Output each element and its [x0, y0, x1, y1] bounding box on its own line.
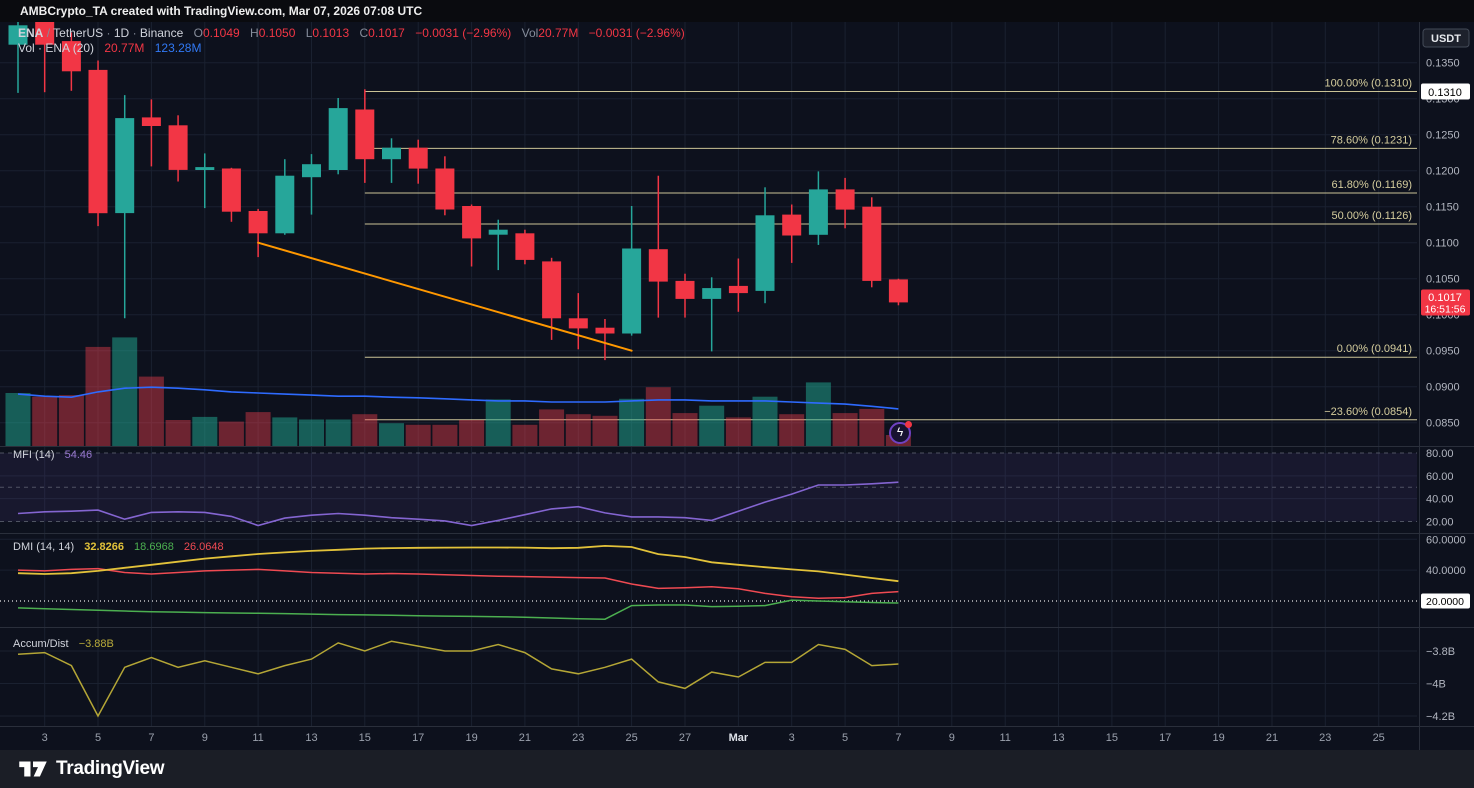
- volume-legend: Vol · ENA (20) 20.77M 123.28M: [18, 41, 201, 55]
- vol-label: Vol: [522, 26, 539, 40]
- brand-text: TradingView: [56, 758, 164, 780]
- change-value: −0.0031 (−2.96%): [415, 26, 511, 40]
- dot-separator: ·: [107, 26, 111, 40]
- dot-separator: ·: [133, 26, 137, 40]
- mfi-value: 54.46: [65, 449, 93, 461]
- mfi-band: [0, 453, 1417, 522]
- dmi-plusdi-value: 18.6968: [134, 541, 174, 553]
- dmi-adx-value: 32.8266: [84, 541, 124, 553]
- svg-text:−23.60% (0.0854): −23.60% (0.0854): [1324, 406, 1412, 418]
- trendline: [258, 243, 632, 351]
- volume-legend-label: Vol · ENA (20): [18, 41, 94, 55]
- notification-dot: [905, 421, 912, 428]
- accum-dist-line: [18, 641, 898, 716]
- tradingview-chart-app: 100.00% (0.1310) 78.60% (0.1231) 61.80% (0…: [0, 0, 1474, 788]
- open-label: O: [194, 26, 203, 40]
- exchange: Binance: [140, 26, 183, 40]
- svg-text:0.00% (0.0941): 0.00% (0.0941): [1337, 343, 1412, 355]
- dmi-lines: [18, 546, 898, 619]
- high-value: 0.1050: [259, 26, 296, 40]
- tradingview-logo-icon: [18, 756, 48, 782]
- accum-dist-label: Accum/Dist: [13, 638, 69, 650]
- footer-bar: TradingView: [0, 750, 1474, 788]
- mfi-params: (14): [35, 449, 55, 461]
- vol-value: 20.77M: [538, 26, 578, 40]
- mfi-legend: MFI (14) 54.46: [13, 449, 92, 461]
- close-label: C: [359, 26, 368, 40]
- tradingview-logo[interactable]: TradingView: [18, 756, 164, 782]
- volume-bars: [6, 337, 911, 446]
- dmi-params: (14, 14): [36, 541, 74, 553]
- svg-text:100.00% (0.1310): 100.00% (0.1310): [1325, 78, 1412, 90]
- pane-separators: [0, 22, 1474, 750]
- volume-legend-value: 20.77M: [104, 41, 144, 55]
- mfi-label: MFI: [13, 449, 32, 461]
- grid-lines: [0, 22, 1417, 726]
- dmi-label: DMI: [13, 541, 33, 553]
- accum-dist-legend: Accum/Dist −3.88B: [13, 638, 114, 650]
- dmi-legend: DMI (14, 14) 32.8266 18.6968 26.0648: [13, 541, 224, 553]
- symbol-separator: /: [47, 26, 50, 40]
- watermark-text: AMBCrypto_TA created with TradingView.co…: [20, 4, 422, 18]
- timeframe: 1D: [114, 26, 129, 40]
- open-value: 0.1049: [203, 26, 240, 40]
- candles: [9, 17, 908, 360]
- symbol-name: ENA: [18, 26, 43, 40]
- svg-text:50.00% (0.1126): 50.00% (0.1126): [1331, 210, 1412, 222]
- close-value: 0.1017: [368, 26, 405, 40]
- accum-dist-value: −3.88B: [79, 638, 114, 650]
- high-label: H: [250, 26, 259, 40]
- chart-canvas[interactable]: 100.00% (0.1310) 78.60% (0.1231) 61.80% (0…: [0, 0, 1474, 788]
- volume-ma-value: 123.28M: [155, 41, 202, 55]
- svg-text:61.80% (0.1169): 61.80% (0.1169): [1331, 179, 1412, 191]
- svg-text:78.60% (0.1231): 78.60% (0.1231): [1331, 134, 1412, 146]
- watermark-bar: AMBCrypto_TA created with TradingView.co…: [0, 0, 1474, 22]
- price-axis[interactable]: [1420, 22, 1474, 750]
- refresh-icon[interactable]: ϟ: [889, 422, 911, 444]
- symbol-pair: TetherUS: [53, 26, 103, 40]
- vol-change-value: −0.0031 (−2.96%): [589, 26, 685, 40]
- symbol-legend: ENA / TetherUS · 1D · Binance O0.1049 H0…: [18, 26, 685, 40]
- time-axis[interactable]: [0, 726, 1417, 750]
- low-value: 0.1013: [312, 26, 349, 40]
- dmi-minusdi-value: 26.0648: [184, 541, 224, 553]
